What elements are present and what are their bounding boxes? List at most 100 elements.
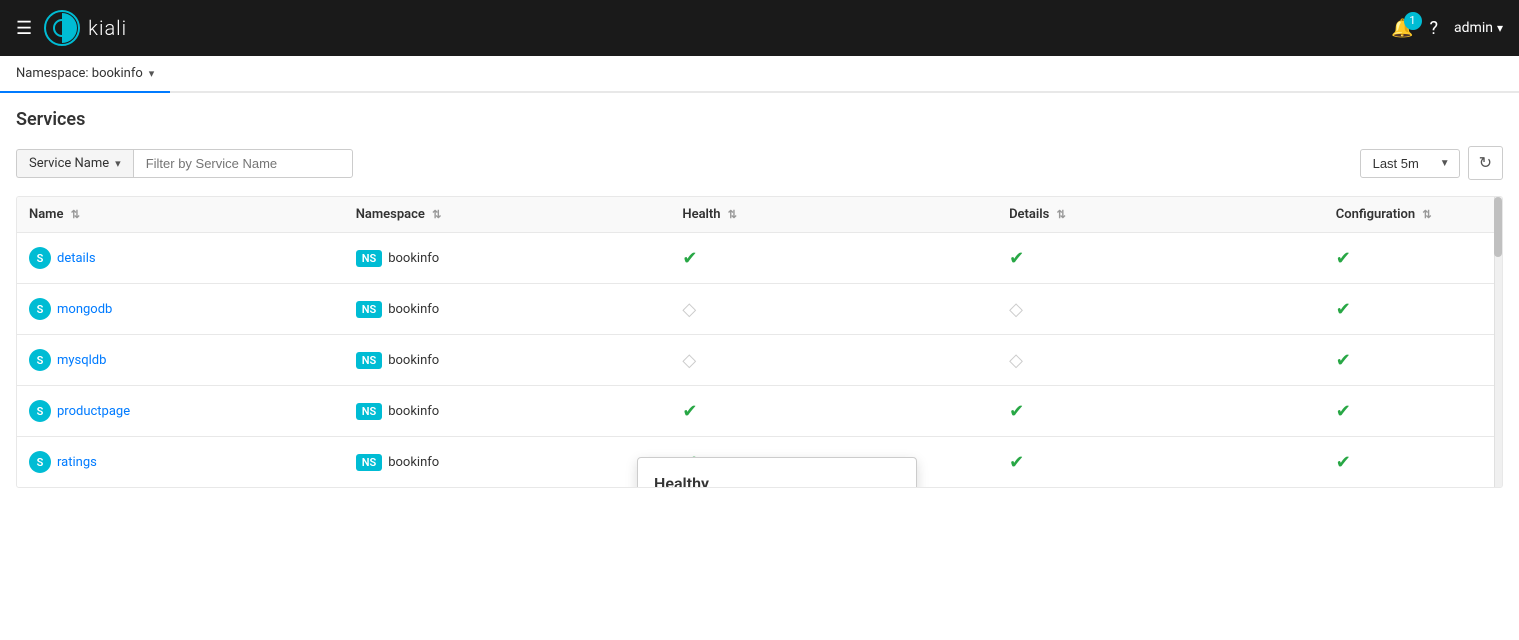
service-badge-s: S bbox=[29, 298, 51, 320]
sort-health-icon: ⇅ bbox=[728, 208, 737, 221]
cell-config-productpage: ✔ bbox=[1324, 386, 1502, 437]
col-header-namespace[interactable]: Namespace ⇅ bbox=[344, 197, 671, 233]
sort-namespace-icon: ⇅ bbox=[432, 208, 441, 221]
header-left: ☰ kiali bbox=[16, 10, 127, 46]
service-link-details[interactable]: details bbox=[57, 251, 96, 266]
col-header-configuration[interactable]: Configuration ⇅ bbox=[1324, 197, 1502, 233]
tooltip-title: Healthy bbox=[654, 474, 900, 488]
col-header-health[interactable]: Health ⇅ bbox=[670, 197, 997, 233]
service-badge-s: S bbox=[29, 451, 51, 473]
filter-right: Last 1m Last 5m Last 10m Last 30m Last 1… bbox=[1360, 146, 1503, 180]
cell-ns-productpage: NS bookinfo bbox=[344, 386, 671, 437]
cell-ns-details: NS bookinfo bbox=[344, 233, 671, 284]
user-menu[interactable]: admin ▾ bbox=[1454, 20, 1503, 36]
ns-badge: NS bbox=[356, 403, 383, 420]
cell-config-ratings: ✔ bbox=[1324, 437, 1502, 488]
table-row: S mysqldb NS bookinfo ◇ bbox=[17, 335, 1502, 386]
details-na-icon: ◇ bbox=[1009, 299, 1023, 320]
config-ok-icon: ✔ bbox=[1336, 350, 1351, 371]
time-range-select[interactable]: Last 1m Last 5m Last 10m Last 30m Last 1… bbox=[1360, 149, 1460, 178]
header-right: 🔔 1 ? admin ▾ bbox=[1391, 18, 1503, 39]
cell-details-productpage: ✔ bbox=[997, 386, 1324, 437]
config-ok-icon: ✔ bbox=[1336, 452, 1351, 473]
cell-health-mysqldb: ◇ bbox=[670, 335, 997, 386]
namespace-tab[interactable]: Namespace: bookinfo ▾ bbox=[0, 56, 170, 93]
sort-config-icon: ⇅ bbox=[1422, 208, 1431, 221]
details-na-icon: ◇ bbox=[1009, 350, 1023, 371]
cell-health-mongodb: ◇ bbox=[670, 284, 997, 335]
table-row: S mongodb NS bookinfo ◇ bbox=[17, 284, 1502, 335]
service-link-mongodb[interactable]: mongodb bbox=[57, 302, 112, 317]
kiali-logo: kiali bbox=[44, 10, 127, 46]
filter-dropdown-arrow-icon: ▾ bbox=[115, 157, 121, 170]
cell-ns-mongodb: NS bookinfo bbox=[344, 284, 671, 335]
namespace-bar: Namespace: bookinfo ▾ bbox=[0, 56, 1519, 93]
notification-badge: 1 bbox=[1404, 12, 1422, 30]
table-body: S details NS bookinfo ✔ bbox=[17, 233, 1502, 488]
service-name-filter-dropdown[interactable]: Service Name ▾ bbox=[16, 149, 133, 178]
hamburger-icon[interactable]: ☰ bbox=[16, 18, 32, 39]
user-menu-label: admin bbox=[1454, 20, 1493, 36]
table-row: S productpage NS bookinfo ✔ bbox=[17, 386, 1502, 437]
user-menu-arrow-icon: ▾ bbox=[1497, 21, 1503, 35]
table-header: Name ⇅ Namespace ⇅ Health ⇅ Details ⇅ bbox=[17, 197, 1502, 233]
namespace-tab-arrow-icon: ▾ bbox=[149, 67, 155, 80]
ns-badge: NS bbox=[356, 301, 383, 318]
cell-health-details[interactable]: ✔ bbox=[670, 233, 997, 284]
help-icon[interactable]: ? bbox=[1430, 18, 1439, 39]
health-tooltip: Healthy ✔ Error Rate over last 5m: 0.00% bbox=[637, 457, 917, 488]
health-na-icon: ◇ bbox=[682, 299, 696, 320]
bell-wrapper[interactable]: 🔔 1 bbox=[1391, 18, 1413, 39]
scroll-track[interactable] bbox=[1494, 197, 1502, 487]
filter-dropdown-label: Service Name bbox=[29, 156, 109, 171]
service-name-filter-input[interactable] bbox=[133, 149, 353, 178]
ns-badge: NS bbox=[356, 454, 383, 471]
table-row: S details NS bookinfo ✔ bbox=[17, 233, 1502, 284]
col-header-details[interactable]: Details ⇅ bbox=[997, 197, 1324, 233]
kiali-logo-text: kiali bbox=[88, 16, 127, 40]
service-badge-s: S bbox=[29, 247, 51, 269]
details-ok-icon: ✔ bbox=[1009, 452, 1024, 473]
page-title: Services bbox=[16, 109, 1503, 130]
service-badge-s: S bbox=[29, 400, 51, 422]
health-ok-icon: ✔ bbox=[682, 248, 697, 269]
kiali-logo-svg bbox=[44, 10, 80, 46]
service-link-productpage[interactable]: productpage bbox=[57, 404, 130, 419]
filter-left: Service Name ▾ bbox=[16, 149, 353, 178]
cell-name-productpage: S productpage bbox=[17, 386, 344, 437]
service-badge-s: S bbox=[29, 349, 51, 371]
ns-badge: NS bbox=[356, 250, 383, 267]
sort-details-icon: ⇅ bbox=[1057, 208, 1066, 221]
ns-badge: NS bbox=[356, 352, 383, 369]
refresh-button[interactable]: ↻ bbox=[1468, 146, 1503, 180]
services-table: Name ⇅ Namespace ⇅ Health ⇅ Details ⇅ bbox=[17, 197, 1502, 487]
config-ok-icon: ✔ bbox=[1336, 401, 1351, 422]
cell-health-productpage: ✔ bbox=[670, 386, 997, 437]
cell-name-mysqldb: S mysqldb bbox=[17, 335, 344, 386]
config-ok-icon: ✔ bbox=[1336, 299, 1351, 320]
details-ok-icon: ✔ bbox=[1009, 401, 1024, 422]
details-ok-icon: ✔ bbox=[1009, 248, 1024, 269]
filter-bar: Service Name ▾ Last 1m Last 5m Last 10m … bbox=[16, 146, 1503, 180]
service-link-mysqldb[interactable]: mysqldb bbox=[57, 353, 106, 368]
namespace-tab-label: Namespace: bookinfo bbox=[16, 66, 143, 81]
col-header-name[interactable]: Name ⇅ bbox=[17, 197, 344, 233]
time-range-wrapper[interactable]: Last 1m Last 5m Last 10m Last 30m Last 1… bbox=[1360, 149, 1460, 178]
health-ok-icon: ✔ bbox=[682, 401, 697, 422]
cell-name-ratings: S ratings bbox=[17, 437, 344, 488]
cell-name-details: S details bbox=[17, 233, 344, 284]
cell-config-details: ✔ bbox=[1324, 233, 1502, 284]
cell-details-details: ✔ bbox=[997, 233, 1324, 284]
service-link-ratings[interactable]: ratings bbox=[57, 455, 97, 470]
sort-name-icon: ⇅ bbox=[71, 208, 80, 221]
health-na-icon: ◇ bbox=[682, 350, 696, 371]
main-content: Services Service Name ▾ Last 1m Last 5m … bbox=[0, 93, 1519, 504]
scroll-thumb[interactable] bbox=[1494, 197, 1502, 257]
cell-config-mysqldb: ✔ bbox=[1324, 335, 1502, 386]
cell-ns-mysqldb: NS bookinfo bbox=[344, 335, 671, 386]
cell-details-ratings: ✔ bbox=[997, 437, 1324, 488]
cell-details-mysqldb: ◇ bbox=[997, 335, 1324, 386]
cell-details-mongodb: ◇ bbox=[997, 284, 1324, 335]
cell-config-mongodb: ✔ bbox=[1324, 284, 1502, 335]
header: ☰ kiali 🔔 1 ? admin ▾ bbox=[0, 0, 1519, 56]
